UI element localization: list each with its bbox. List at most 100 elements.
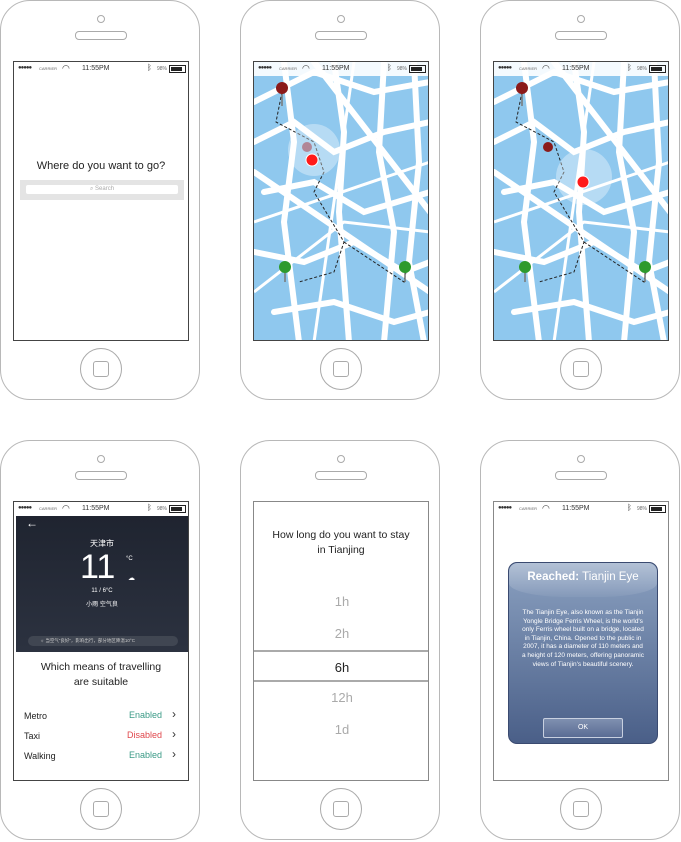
- map-screen: ●●●●● CARRIER ◠ 11:55PM ᛒ 98%: [253, 61, 429, 341]
- camera: [577, 455, 585, 463]
- battery-icon: [649, 505, 666, 513]
- phone-frame-2: ●●●●● CARRIER ◠ 11:55PM ᛒ 98%: [240, 0, 440, 400]
- home-button[interactable]: [320, 348, 362, 390]
- dialog-title-prefix: Reached:: [527, 571, 580, 583]
- status-time: 11:55PM: [82, 505, 110, 512]
- status-time: 11:55PM: [562, 65, 590, 72]
- search-placeholder: Search: [95, 186, 115, 192]
- duration-picker[interactable]: 1h 2h 6h 12h 1d: [254, 586, 428, 746]
- wifi-icon: ◠: [62, 503, 70, 513]
- arrival-screen: ●●●●● CARRIER ◠ 11:55PM ᛒ 98% Reached: T…: [493, 501, 669, 781]
- home-button[interactable]: [560, 788, 602, 830]
- carrier-label: CARRIER: [279, 66, 298, 71]
- speaker: [315, 471, 367, 480]
- weather-condition: 小雨 空气良: [86, 602, 118, 608]
- battery-percent: 98%: [157, 506, 168, 512]
- signal-dots: ●●●●●: [18, 65, 32, 71]
- bluetooth-icon: ᛒ: [147, 503, 152, 512]
- search-icon: ⌕: [89, 186, 94, 192]
- wifi-icon: ◠: [302, 63, 310, 73]
- route-map[interactable]: [494, 62, 669, 341]
- sun-icon: ☼: [40, 638, 45, 643]
- signal-dots: ●●●●●: [18, 505, 32, 511]
- status-bar: ●●●●● CARRIER ◠ 11:55PM ᛒ 98%: [494, 62, 668, 76]
- phone-frame-5: How long do you want to stay in Tianjing…: [240, 440, 440, 840]
- camera: [97, 15, 105, 23]
- weather-card: ← 天津市 11 °C ☁ 11 / 6°C 小雨 空气良 ☼ 当空气“良好”，…: [16, 516, 188, 652]
- mode-status: Enabled: [128, 710, 162, 720]
- dialog-body: The Tianjin Eye, also known as the Tianj…: [521, 609, 644, 668]
- search-bar: ⌕ Search: [20, 180, 184, 200]
- temperature-range: 11 / 6°C: [91, 588, 113, 594]
- phone-frame-1: ●●●●● CARRIER ◠ 11:55PM ᛒ 98% Where do y…: [0, 0, 200, 400]
- transport-heading: Which means of travelling are suitable: [40, 661, 162, 688]
- mode-name: Metro: [24, 711, 48, 721]
- battery-icon: [409, 65, 426, 73]
- phone-frame-3: ●●●●● CARRIER ◠ 11:55PM ᛒ 98%: [480, 0, 680, 400]
- battery-icon: [649, 65, 666, 73]
- mode-status: Enabled: [128, 750, 162, 760]
- speaker: [555, 31, 607, 40]
- bluetooth-icon: ᛒ: [387, 63, 392, 72]
- ok-button[interactable]: OK: [543, 718, 623, 738]
- duration-option[interactable]: 1h: [254, 586, 428, 618]
- bluetooth-icon: ᛒ: [627, 63, 632, 72]
- status-bar: ●●●●● CARRIER ◠ 11:55PM ᛒ 98%: [14, 502, 188, 516]
- battery-percent: 98%: [397, 66, 408, 72]
- transport-mode-row[interactable]: Taxi Disabled ›: [14, 726, 188, 746]
- battery-icon: [169, 65, 186, 73]
- signal-dots: ●●●●●: [498, 505, 512, 511]
- carrier-label: CARRIER: [519, 506, 538, 511]
- temperature-unit: °C: [126, 556, 133, 562]
- battery-percent: 98%: [157, 66, 168, 72]
- transport-mode-row[interactable]: Metro Enabled ›: [14, 706, 188, 726]
- status-bar: ●●●●● CARRIER ◠ 11:55PM ᛒ 98%: [14, 62, 188, 76]
- camera: [97, 455, 105, 463]
- camera: [337, 455, 345, 463]
- mode-name: Walking: [24, 751, 56, 761]
- mode-name: Taxi: [24, 731, 41, 741]
- search-screen: ●●●●● CARRIER ◠ 11:55PM ᛒ 98% Where do y…: [13, 61, 189, 341]
- home-button[interactable]: [560, 348, 602, 390]
- camera: [337, 15, 345, 23]
- phone-frame-6: ●●●●● CARRIER ◠ 11:55PM ᛒ 98% Reached: T…: [480, 440, 680, 840]
- map-screen: ●●●●● CARRIER ◠ 11:55PM ᛒ 98%: [493, 61, 669, 341]
- carrier-label: CARRIER: [519, 66, 538, 71]
- home-button[interactable]: [80, 788, 122, 830]
- duration-option[interactable]: 1d: [254, 714, 428, 746]
- status-time: 11:55PM: [562, 505, 590, 512]
- wifi-icon: ◠: [542, 503, 550, 513]
- wifi-icon: ◠: [542, 63, 550, 73]
- transport-mode-row[interactable]: Walking Enabled ›: [14, 746, 188, 766]
- battery-percent: 98%: [637, 506, 648, 512]
- mode-status: Disabled: [126, 730, 162, 740]
- search-input[interactable]: ⌕ Search: [26, 185, 178, 194]
- route-map[interactable]: [254, 62, 429, 341]
- dialog-title: Reached: Tianjin Eye: [509, 571, 657, 583]
- wifi-icon: ◠: [62, 63, 70, 73]
- travel-mode-screen: ●●●●● CARRIER ◠ 11:55PM ᛒ 98% ← 天津市 11 °…: [13, 501, 189, 781]
- notice-text: 当空气“良好”，影响出行，部分地区降温10°C: [45, 638, 135, 643]
- passed-pin-icon: [302, 142, 312, 152]
- signal-dots: ●●●●●: [258, 65, 272, 71]
- home-button[interactable]: [320, 788, 362, 830]
- status-bar: ●●●●● CARRIER ◠ 11:55PM ᛒ 98%: [494, 502, 668, 516]
- duration-option-selected[interactable]: 6h: [254, 650, 428, 682]
- bluetooth-icon: ᛒ: [147, 63, 152, 72]
- temperature: 11: [80, 548, 116, 586]
- duration-option[interactable]: 12h: [254, 682, 428, 714]
- air-quality-notice: ☼ 当空气“良好”，影响出行，部分地区降温10°C: [28, 636, 178, 646]
- speaker: [555, 471, 607, 480]
- chevron-right-icon: ›: [172, 707, 176, 721]
- arrival-dialog: Reached: Tianjin Eye The Tianjin Eye, al…: [508, 562, 658, 744]
- home-button[interactable]: [80, 348, 122, 390]
- duration-option[interactable]: 2h: [254, 618, 428, 650]
- battery-percent: 98%: [637, 66, 648, 72]
- duration-screen: How long do you want to stay in Tianjing…: [253, 501, 429, 781]
- phone-frame-4: ●●●●● CARRIER ◠ 11:55PM ᛒ 98% ← 天津市 11 °…: [0, 440, 200, 840]
- back-arrow-icon[interactable]: ←: [26, 516, 38, 530]
- duration-question: How long do you want to stay in Tianjing: [272, 529, 410, 556]
- status-bar: ●●●●● CARRIER ◠ 11:55PM ᛒ 98%: [254, 62, 428, 76]
- current-location-marker: [576, 175, 590, 189]
- signal-dots: ●●●●●: [498, 65, 512, 71]
